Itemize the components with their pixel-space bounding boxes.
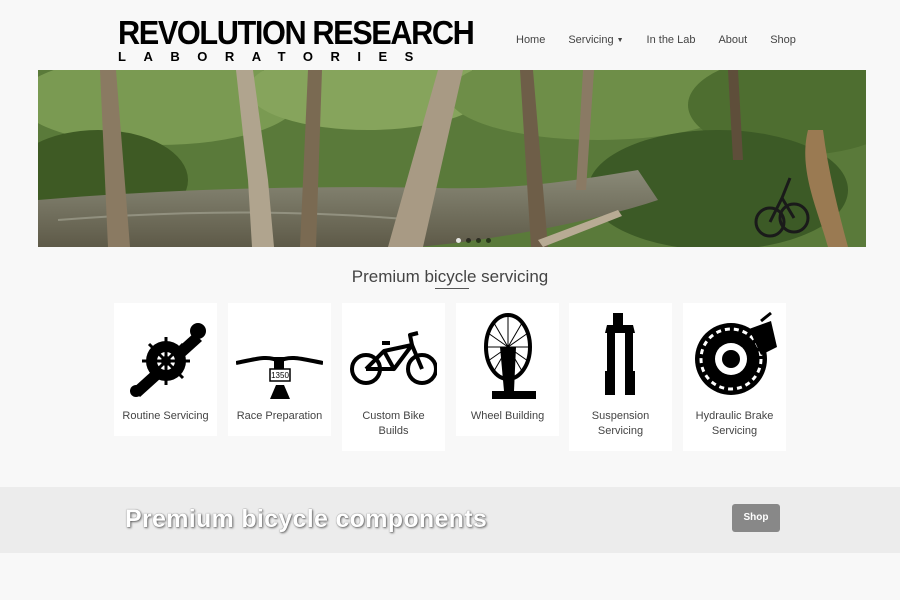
slider-dot-2[interactable] bbox=[466, 238, 471, 243]
logo-line-2: LABORATORIES bbox=[118, 49, 431, 64]
handlebar-icon: 1350 bbox=[236, 355, 323, 399]
race-plate-number: 1350 bbox=[271, 371, 289, 380]
service-label: Wheel Building bbox=[470, 410, 545, 422]
service-card-custom-builds[interactable]: Custom Bike Builds bbox=[342, 303, 445, 451]
service-label: Custom Bike Builds bbox=[362, 410, 425, 437]
nav-home-label: Home bbox=[516, 34, 546, 46]
service-card-race-prep[interactable]: 1350 Race Preparation bbox=[228, 303, 331, 436]
slider-dots bbox=[456, 238, 496, 243]
nav-about[interactable]: About bbox=[718, 34, 747, 46]
main-nav: Home Servicing ▼ In the Lab About Shop bbox=[516, 34, 796, 46]
slider-dot-4[interactable] bbox=[486, 238, 491, 243]
section-title: Premium bicycle servicing bbox=[351, 267, 549, 286]
site-logo[interactable]: REVOLUTION RESEARCH LABORATORIES bbox=[118, 14, 475, 64]
service-card-hydraulic-brake[interactable]: Hydraulic Brake Servicing bbox=[683, 303, 786, 451]
components-title: Premium bicycle components bbox=[125, 505, 488, 533]
nav-servicing-label: Servicing bbox=[568, 34, 614, 46]
hero-slider[interactable] bbox=[38, 70, 866, 247]
disc-brake-icon bbox=[695, 311, 777, 395]
nav-about-label: About bbox=[718, 34, 748, 46]
bicycle-icon bbox=[350, 331, 437, 385]
wheel-truing-stand-icon bbox=[484, 313, 536, 399]
nav-home[interactable]: Home bbox=[516, 34, 545, 46]
components-banner: Premium bicycle components Shop bbox=[0, 487, 900, 553]
nav-lab-label: In the Lab bbox=[646, 34, 696, 46]
service-label: Race Preparation bbox=[236, 410, 323, 422]
service-label: Routine Servicing bbox=[122, 410, 209, 422]
service-card-suspension[interactable]: Suspension Servicing bbox=[569, 303, 672, 451]
nav-shop-label: Shop bbox=[770, 34, 796, 46]
crankset-icon bbox=[130, 323, 206, 397]
service-card-wheel-building[interactable]: Wheel Building bbox=[456, 303, 559, 436]
hero-forest-image bbox=[38, 70, 866, 247]
nav-servicing[interactable]: Servicing ▼ bbox=[568, 34, 623, 46]
site-header: REVOLUTION RESEARCH LABORATORIES Home Se… bbox=[0, 0, 900, 70]
nav-shop[interactable]: Shop bbox=[770, 34, 796, 46]
nav-in-the-lab[interactable]: In the Lab bbox=[647, 34, 696, 46]
service-card-routine[interactable]: Routine Servicing bbox=[114, 303, 217, 436]
slider-dot-3[interactable] bbox=[476, 238, 481, 243]
logo-line-1: REVOLUTION RESEARCH bbox=[118, 14, 475, 51]
service-label: Hydraulic Brake Servicing bbox=[695, 410, 774, 437]
suspension-fork-icon bbox=[605, 313, 635, 395]
service-label: Suspension Servicing bbox=[591, 410, 650, 437]
caret-down-icon: ▼ bbox=[616, 37, 624, 44]
slider-dot-1[interactable] bbox=[456, 238, 461, 243]
shop-button[interactable]: Shop bbox=[732, 504, 780, 532]
title-underline bbox=[435, 288, 469, 289]
